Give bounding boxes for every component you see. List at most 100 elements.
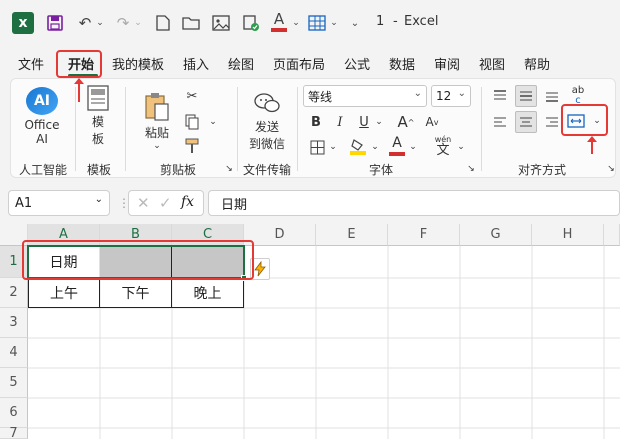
font-name-dropdown[interactable]: 等线 ⌄ xyxy=(303,85,427,107)
column-header-h[interactable]: H xyxy=(532,224,604,246)
column-header-d[interactable]: D xyxy=(244,224,316,246)
office-ai-button[interactable]: AI Office AI xyxy=(19,85,65,147)
cancel-entry-icon[interactable]: ✕ xyxy=(137,194,150,212)
cell-a2[interactable]: 上午 xyxy=(28,278,100,308)
undo-dropdown-icon[interactable]: ⌄ xyxy=(94,12,106,34)
clipboard-launcher-icon[interactable]: ↘ xyxy=(223,163,235,175)
font-color-letter: A xyxy=(273,10,285,28)
align-bottom-icon[interactable] xyxy=(541,85,563,107)
tab-view[interactable]: 视图 xyxy=(479,54,505,73)
worksheet-grid[interactable]: A B C D E F G H 1 2 3 4 5 6 7 日期 上午 下午 晚… xyxy=(0,224,620,439)
fill-color-dropdown-icon[interactable]: ⌄ xyxy=(369,137,381,157)
font-size-dropdown[interactable]: 12 ⌄ xyxy=(431,85,471,107)
fill-color-swatch xyxy=(350,151,366,155)
new-file-icon[interactable] xyxy=(152,12,174,34)
send-to-wechat-button[interactable]: 发送 到微信 xyxy=(243,85,291,157)
tab-data[interactable]: 数据 xyxy=(389,54,415,73)
font-color-button-letter: A xyxy=(392,135,402,151)
borders-icon[interactable] xyxy=(307,137,327,157)
office-ai-icon: AI xyxy=(26,86,58,115)
tab-my-templates[interactable]: 我的模板 xyxy=(112,54,164,73)
font-color-dropdown-icon[interactable]: ⌄ xyxy=(290,12,302,34)
redo-dropdown-icon[interactable]: ⌄ xyxy=(132,12,144,34)
merge-center-dropdown-icon[interactable]: ⌄ xyxy=(591,109,603,133)
paste-button[interactable]: 粘贴 ⌄ xyxy=(137,85,177,157)
formula-controls: ✕ ✓ fx xyxy=(128,190,204,216)
insert-function-button[interactable]: fx xyxy=(181,194,194,210)
align-middle-icon[interactable] xyxy=(515,85,537,107)
save-icon[interactable] xyxy=(44,12,66,34)
copy-dropdown-icon[interactable]: ⌄ xyxy=(207,111,219,133)
fill-handle[interactable] xyxy=(241,275,247,281)
copy-icon[interactable] xyxy=(181,111,203,133)
tab-formulas[interactable]: 公式 xyxy=(344,54,370,73)
column-header-i[interactable] xyxy=(604,224,620,246)
tab-review[interactable]: 审阅 xyxy=(434,54,460,73)
phonetic-dropdown-icon[interactable]: ⌄ xyxy=(455,137,467,157)
check-list-icon[interactable] xyxy=(240,12,262,34)
open-folder-icon[interactable] xyxy=(180,12,202,34)
redo-icon[interactable]: ↷ xyxy=(112,12,134,34)
paste-dropdown-icon: ⌄ xyxy=(153,140,161,151)
shrink-font-label: A xyxy=(425,115,434,129)
align-top-icon[interactable] xyxy=(489,85,511,107)
fill-color-icon[interactable] xyxy=(347,137,369,157)
grow-font-button[interactable]: A ^ xyxy=(395,111,417,133)
quick-analysis-button[interactable] xyxy=(250,258,270,280)
cell-c2[interactable]: 晚上 xyxy=(172,278,244,308)
tab-file[interactable]: 文件 xyxy=(18,54,44,73)
italic-button[interactable]: I xyxy=(331,111,349,133)
row-header-1[interactable]: 1 xyxy=(0,246,28,278)
merge-center-icon[interactable] xyxy=(565,109,587,133)
tab-home[interactable]: 开始 xyxy=(68,54,94,73)
underline-dropdown-icon[interactable]: ⌄ xyxy=(373,111,385,133)
cell-b2[interactable]: 下午 xyxy=(100,278,172,308)
format-painter-icon[interactable] xyxy=(181,135,203,157)
tab-insert[interactable]: 插入 xyxy=(183,54,209,73)
font-color-button[interactable]: A xyxy=(387,135,407,157)
align-right-icon[interactable] xyxy=(541,111,563,133)
ribbon: AI Office AI 人工智能 模 板 模板 粘贴 ⌄ ✂ ⌄ 剪贴板 ↘ … xyxy=(10,78,616,178)
select-all-corner[interactable] xyxy=(0,224,28,246)
confirm-entry-icon[interactable]: ✓ xyxy=(159,194,172,212)
row-header-7[interactable]: 7 xyxy=(0,426,28,439)
bold-button[interactable]: B xyxy=(307,111,325,133)
borders-dropdown-icon[interactable]: ⌄ xyxy=(327,137,339,157)
row-header-2[interactable]: 2 xyxy=(0,278,28,308)
align-left-icon[interactable] xyxy=(489,111,511,133)
tab-help[interactable]: 帮助 xyxy=(524,54,550,73)
undo-icon[interactable]: ↶ xyxy=(74,12,96,34)
column-header-a[interactable]: A xyxy=(28,224,100,246)
tab-page-layout[interactable]: 页面布局 xyxy=(273,54,325,73)
phonetic-guide-icon[interactable]: wén 文 xyxy=(431,133,455,159)
column-header-e[interactable]: E xyxy=(316,224,388,246)
customize-toolbar-icon[interactable]: ⌄ xyxy=(348,12,362,34)
column-header-c[interactable]: C xyxy=(172,224,244,246)
office-ai-logo-text: AI xyxy=(33,92,51,109)
underline-button[interactable]: U xyxy=(355,111,373,133)
cut-icon[interactable]: ✂ xyxy=(181,85,203,107)
row-header-6[interactable]: 6 xyxy=(0,398,28,428)
grow-font-label: A xyxy=(397,113,408,131)
row-header-4[interactable]: 4 xyxy=(0,338,28,368)
align-center-icon[interactable] xyxy=(515,111,537,133)
row-header-3[interactable]: 3 xyxy=(0,308,28,338)
name-box[interactable]: A1 ⌄ xyxy=(8,190,110,216)
alignment-launcher-icon[interactable]: ↘ xyxy=(605,163,617,175)
formula-input[interactable]: 日期 xyxy=(208,190,620,216)
font-color-ribbon-dropdown-icon[interactable]: ⌄ xyxy=(407,137,419,157)
tab-draw[interactable]: 绘图 xyxy=(228,54,254,73)
row-header-5[interactable]: 5 xyxy=(0,368,28,398)
table-dropdown-icon[interactable]: ⌄ xyxy=(328,12,340,34)
wrap-text-icon[interactable]: ab c xyxy=(567,83,589,109)
template-button[interactable]: 模 板 xyxy=(81,85,115,147)
font-launcher-icon[interactable]: ↘ xyxy=(465,163,477,175)
font-color-icon[interactable]: A xyxy=(270,10,288,34)
column-header-b[interactable]: B xyxy=(100,224,172,246)
image-icon[interactable] xyxy=(210,12,232,34)
column-header-g[interactable]: G xyxy=(460,224,532,246)
column-header-f[interactable]: F xyxy=(388,224,460,246)
phonetic-char: 文 xyxy=(436,142,450,158)
shrink-font-button[interactable]: Av xyxy=(421,111,443,133)
table-grid-icon[interactable] xyxy=(306,12,328,34)
